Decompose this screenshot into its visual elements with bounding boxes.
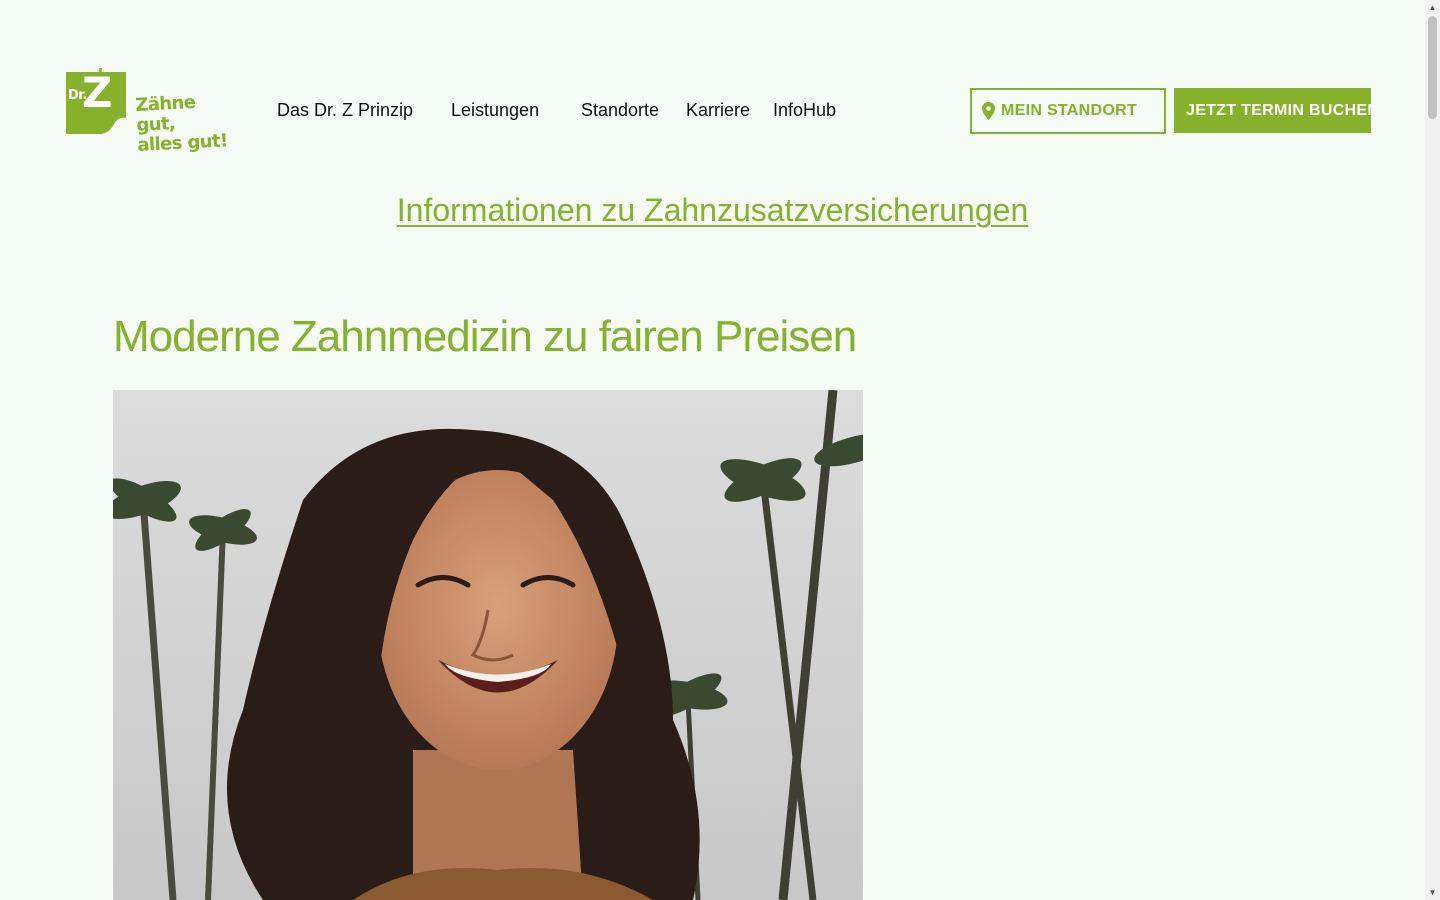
- nav-item-dr-z-prinzip[interactable]: Das Dr. Z Prinzip: [277, 99, 413, 121]
- nav-item-standorte[interactable]: Standorte: [581, 99, 659, 121]
- page-scrollbar[interactable]: ▲ ▼: [1425, 0, 1440, 900]
- nav-item-karriere[interactable]: Karriere: [686, 99, 750, 121]
- zahnzusatzversicherung-link[interactable]: Informationen zu Zahnzusatzversicherunge…: [397, 192, 1028, 228]
- hero-image: [113, 390, 863, 900]
- logo-tagline: Zähne gut, alles gut!: [135, 91, 242, 156]
- termin-buchen-button[interactable]: JETZT TERMIN BUCHEN: [1174, 88, 1371, 133]
- page-headline: Moderne Zahnmedizin zu fairen Preisen: [113, 312, 857, 361]
- scroll-up-arrow-icon[interactable]: ▲: [1425, 0, 1440, 15]
- brand-logo[interactable]: Dr. Z Zähne gut, alles gut!: [62, 50, 242, 156]
- scrollbar-thumb[interactable]: [1428, 16, 1437, 119]
- logo-tagline-line1: Zähne gut,: [134, 91, 196, 137]
- nav-item-infohub[interactable]: InfoHub: [773, 99, 836, 121]
- mein-standort-button[interactable]: MEIN STANDORT: [970, 88, 1166, 134]
- info-link-container: Informationen zu Zahnzusatzversicherunge…: [0, 192, 1425, 229]
- logo-tagline-line2: alles gut!: [136, 130, 229, 156]
- scroll-down-arrow-icon[interactable]: ▼: [1425, 885, 1440, 900]
- nav-item-leistungen[interactable]: Leistungen: [451, 99, 539, 121]
- location-pin-icon: [982, 102, 995, 120]
- logo-z-letter: Z: [82, 68, 113, 117]
- mein-standort-label: MEIN STANDORT: [1001, 102, 1138, 119]
